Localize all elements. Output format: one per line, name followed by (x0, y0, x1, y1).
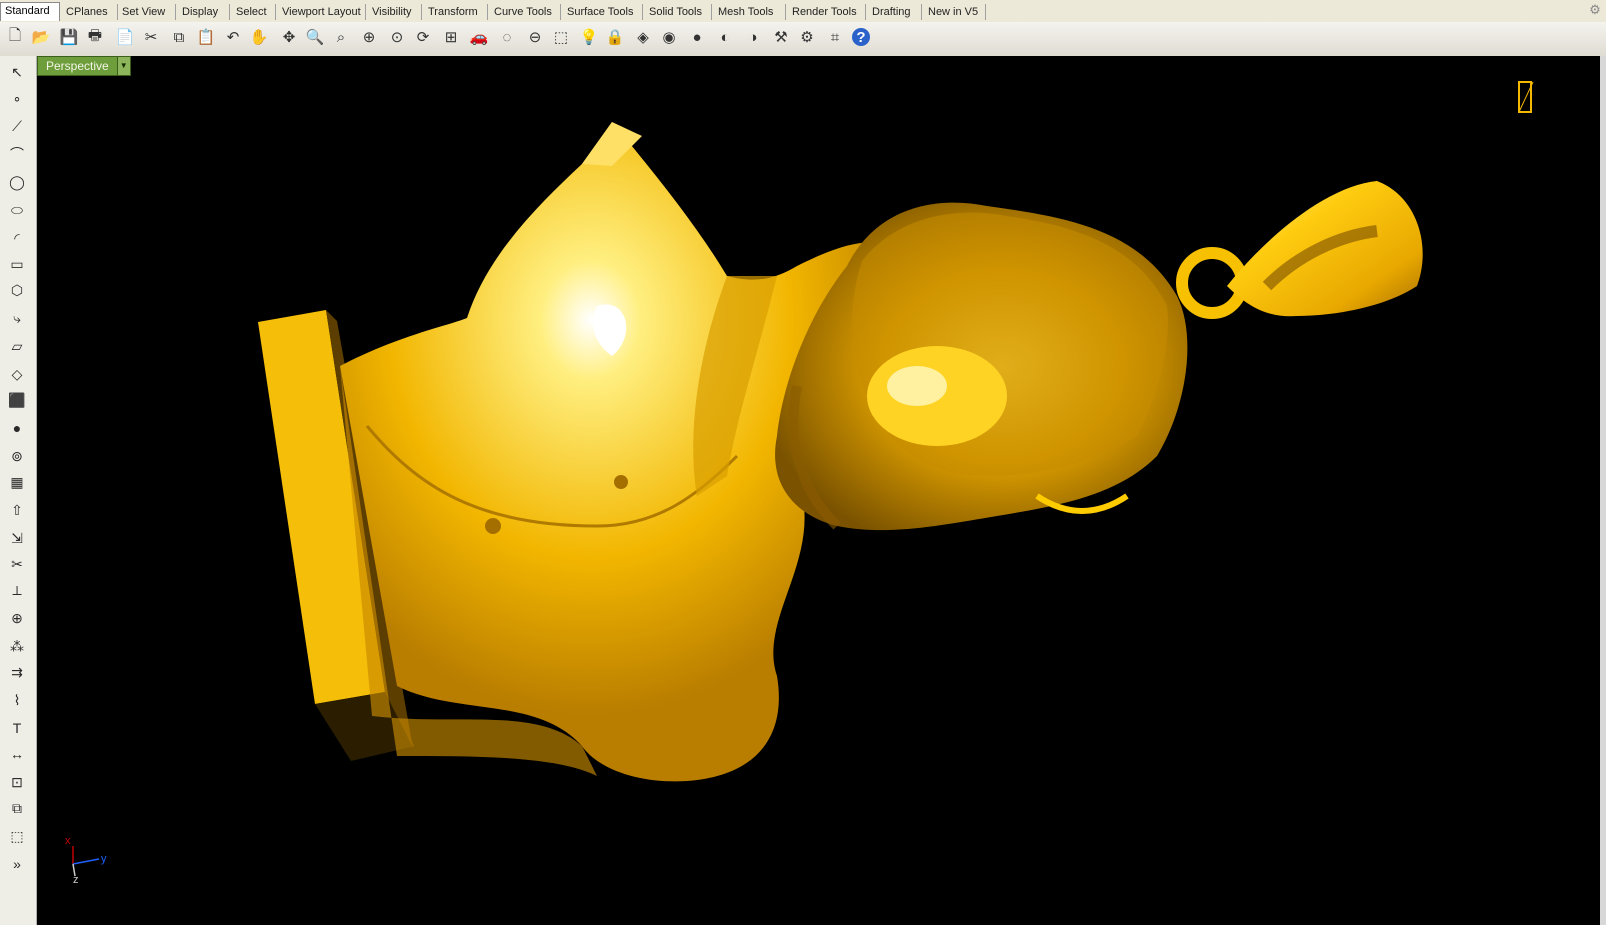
zoom-selected-icon[interactable]: ⊙ (386, 26, 408, 48)
trim-icon[interactable]: ✂ (4, 552, 30, 576)
axis-gizmo: x y z (65, 835, 107, 886)
viewport-title[interactable]: Perspective (38, 57, 117, 75)
options-gear-icon[interactable]: ⚙ (796, 26, 818, 48)
tab-drafting[interactable]: Drafting (868, 4, 922, 20)
extrude-icon[interactable]: ⇧ (4, 498, 30, 522)
hide-icon[interactable]: ◌ (496, 26, 518, 48)
circle-icon[interactable]: ◯ (4, 170, 30, 194)
text-icon[interactable]: T (4, 716, 30, 740)
tab-options-icon[interactable]: ⚙ (1588, 3, 1602, 17)
lock-icon[interactable]: ⊖ (524, 26, 546, 48)
help-icon[interactable]: ? (852, 28, 870, 46)
tab-set-view[interactable]: Set View (118, 4, 176, 20)
zoom-icon[interactable]: 🔍 (304, 26, 326, 48)
tab-surface-tools[interactable]: Surface Tools (563, 4, 643, 20)
zoom-extents-icon[interactable]: ⊕ (358, 26, 380, 48)
split-icon[interactable]: ⟂ (4, 578, 30, 602)
light-icon[interactable]: 💡 (578, 26, 600, 48)
undo-icon[interactable]: ↶ (222, 26, 244, 48)
ellipse-icon[interactable]: ⬭ (4, 198, 30, 222)
tab-render-tools[interactable]: Render Tools (788, 4, 866, 20)
surface-icon[interactable]: ▱ (4, 334, 30, 358)
lock2-icon[interactable]: 🔒 (604, 26, 626, 48)
array-icon[interactable]: ⁂ (4, 634, 30, 658)
model-render: x y z (65, 81, 1534, 886)
select-arrow-icon[interactable]: ↖ (4, 60, 30, 84)
select-icon[interactable]: ⬚ (550, 26, 572, 48)
viewport-menu-chevron-icon[interactable]: ▼ (116, 57, 130, 75)
save-icon[interactable]: 💾 (58, 26, 80, 48)
point-icon[interactable]: ∘ (4, 86, 30, 110)
cylinder-icon[interactable]: ⊚ (4, 444, 30, 468)
polyline-icon[interactable]: ⟋ (4, 114, 30, 138)
tab-viewport-layout[interactable]: Viewport Layout (278, 4, 366, 20)
move-icon[interactable]: ✥ (278, 26, 300, 48)
transform-icon[interactable]: ⇲ (4, 526, 30, 550)
loft-icon[interactable]: ◇ (4, 362, 30, 386)
left-sidebar-toolbar: ↖ ∘ ⟋ ⌒ ◯ ⬭ ◜ ▭ ⬡ ⤷ ▱ ◇ ⬛ ● ⊚ ▦ ⇧ ⇲ ✂ ⟂ ⊕ ⁂ ⇉ ⌇ T ↔ ⊡ ⧉ ⬚ » (0, 56, 37, 925)
viewport-title-tab[interactable]: Perspective ▼ (37, 56, 131, 76)
pan-hand-icon[interactable]: ✋ (248, 26, 270, 48)
box-icon[interactable]: ⬛ (4, 388, 30, 412)
four-viewports-icon[interactable]: ⊞ (440, 26, 462, 48)
offset-icon[interactable]: ⇉ (4, 660, 30, 684)
solid-edit-icon[interactable]: ⬚ (4, 824, 30, 848)
open-icon[interactable]: 📂 (30, 26, 52, 48)
car-icon[interactable]: 🚗 (468, 26, 490, 48)
axis-x-label: x (65, 835, 71, 847)
perspective-viewport[interactable]: x y z Perspective ▼ (37, 56, 1606, 925)
window-edge (1600, 56, 1606, 925)
polygon-icon[interactable]: ⬡ (4, 278, 30, 302)
mesh-icon[interactable]: ▦ (4, 470, 30, 494)
tab-select[interactable]: Select (232, 4, 276, 20)
pendant-bail (1176, 181, 1423, 319)
print-icon[interactable]: 🖶 (84, 26, 106, 48)
rendered-sphere-icon[interactable]: ◑ (742, 26, 764, 48)
standard-toolbar: 🗋 📂 💾 🖶 📄 ✂ ⧉ 📋 ↶ ✋ ✥ 🔍 ⌕ ⊕ ⊙ ⟳ ⊞ 🚗 ◌ ⊖ ⬚ 💡 🔒 ◈ ◉ ● ◐ ◑ ⚒ ⚙ ⌗? (0, 22, 1606, 57)
dimension-icon[interactable]: ↔ (4, 742, 30, 766)
tool-icon[interactable]: ⚒ (770, 26, 792, 48)
tab-display[interactable]: Display (178, 4, 230, 20)
tab-cplanes[interactable]: CPlanes (62, 4, 118, 20)
tab-solid-tools[interactable]: Solid Tools (645, 4, 712, 20)
render-sphere-icon[interactable]: ● (686, 26, 708, 48)
tab-transform[interactable]: Transform (424, 4, 488, 20)
copy-icon[interactable]: ⧉ (168, 26, 190, 48)
axis-y-label: y (101, 853, 107, 865)
more-icon[interactable]: » (4, 852, 30, 876)
curve-icon[interactable]: ⌒ (4, 142, 30, 166)
navigation-gizmo-icon[interactable] (1518, 81, 1534, 113)
tab-mesh-tools[interactable]: Mesh Tools (714, 4, 786, 20)
tab-new-in-v5[interactable]: New in V5 (924, 4, 986, 20)
import-icon[interactable]: 📄 (114, 26, 136, 48)
shaded-sphere-icon[interactable]: ◐ (714, 26, 736, 48)
material-icon[interactable]: ◈ (632, 26, 654, 48)
axis-z-label: z (73, 874, 79, 886)
fillet-curve-icon[interactable]: ⤷ (4, 306, 30, 330)
rotate-view-icon[interactable]: ⟳ (412, 26, 434, 48)
layer-icon[interactable]: ⧉ (4, 796, 30, 820)
tab-curve-tools[interactable]: Curve Tools (490, 4, 561, 20)
zoom-window-icon[interactable]: ⌕ (330, 26, 352, 48)
cut-icon[interactable]: ✂ (140, 26, 162, 48)
rectangle-icon[interactable]: ▭ (4, 252, 30, 276)
grid-snap-icon[interactable]: ⌗ (824, 26, 846, 48)
paste-icon[interactable]: 📋 (195, 26, 217, 48)
group-icon[interactable]: ⊡ (4, 770, 30, 794)
toolbar-tabs: ⚙ Standard CPlanes Set View Display Select Vi… (0, 0, 1606, 23)
blend-icon[interactable]: ⌇ (4, 688, 30, 712)
arc-icon[interactable]: ◜ (4, 226, 30, 250)
tab-visibility[interactable]: Visibility (368, 4, 422, 20)
tab-standard[interactable]: Standard (0, 2, 60, 21)
new-icon[interactable]: 🗋 (4, 26, 26, 48)
color-wheel-icon[interactable]: ◉ (658, 26, 680, 48)
sphere-icon[interactable]: ● (4, 416, 30, 440)
boolean-icon[interactable]: ⊕ (4, 606, 30, 630)
